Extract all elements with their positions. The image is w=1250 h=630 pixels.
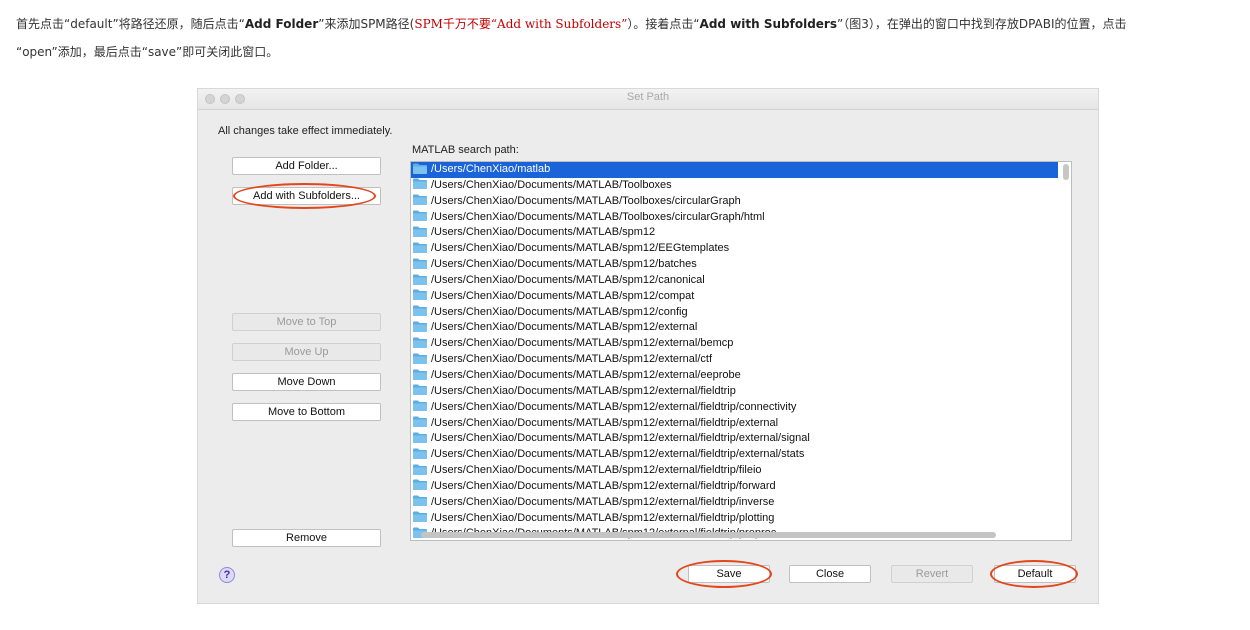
add-folder-button[interactable]: Add Folder...	[232, 157, 381, 175]
path-text: /Users/ChenXiao/Documents/MATLAB/spm12/e…	[431, 432, 810, 445]
path-row[interactable]: /Users/ChenXiao/Documents/MATLAB/spm12/e…	[411, 368, 1058, 384]
folder-icon	[413, 432, 431, 444]
path-text: /Users/ChenXiao/matlab	[431, 163, 551, 175]
intro-text-4: ”（图3），在弹出的窗口中找到存放DPABI的位置，点击	[837, 17, 1127, 31]
save-button[interactable]: Save	[688, 565, 770, 583]
path-text: /Users/ChenXiao/Documents/MATLAB/Toolbox…	[431, 210, 765, 223]
path-row[interactable]: /Users/ChenXiao/Documents/MATLAB/spm12/E…	[411, 241, 1058, 257]
path-text: /Users/ChenXiao/Documents/MATLAB/spm12/e…	[431, 416, 779, 429]
path-row[interactable]: /Users/ChenXiao/Documents/MATLAB/spm12/e…	[411, 511, 1058, 527]
move-to-top-button[interactable]: Move to Top	[232, 313, 381, 331]
folder-icon	[413, 448, 431, 460]
folder-icon	[413, 337, 431, 349]
intro-warning-text: SPM千万不要“Add with Subfolders”	[414, 17, 628, 31]
path-row[interactable]: /Users/ChenXiao/Documents/MATLAB/spm12/e…	[411, 336, 1058, 352]
folder-icon	[413, 321, 431, 333]
intro-text-2: ”来添加SPM路径(	[318, 17, 415, 31]
intro-bold-add-subfolders: Add with Subfolders	[699, 17, 837, 31]
folder-icon	[413, 289, 431, 302]
folder-icon	[413, 464, 431, 476]
path-text: /Users/ChenXiao/Documents/MATLAB/spm12/c…	[431, 305, 688, 318]
path-text: /Users/ChenXiao/Documents/MATLAB/spm12/e…	[431, 479, 776, 492]
folder-icon	[413, 258, 431, 270]
path-row[interactable]: /Users/ChenXiao/Documents/MATLAB/spm12	[411, 225, 1058, 241]
close-button[interactable]: Close	[789, 565, 871, 583]
path-row[interactable]: /Users/ChenXiao/Documents/MATLAB/spm12/e…	[411, 463, 1058, 479]
folder-icon	[413, 210, 431, 223]
path-text: /Users/ChenXiao/Documents/MATLAB/spm12/e…	[431, 384, 736, 397]
search-path-list[interactable]: /Users/ChenXiao/matlab/Users/ChenXiao/Do…	[410, 161, 1072, 541]
path-row[interactable]: /Users/ChenXiao/Documents/MATLAB/spm12/b…	[411, 257, 1058, 273]
path-row[interactable]: /Users/ChenXiao/Documents/MATLAB/spm12/e…	[411, 416, 1058, 432]
intro-text-3: ）。接着点击“	[627, 17, 700, 31]
horizontal-scrollbar[interactable]	[421, 532, 996, 538]
path-row[interactable]: /Users/ChenXiao/matlab	[411, 162, 1058, 178]
title-bar[interactable]: Set Path	[198, 89, 1098, 110]
path-row[interactable]: /Users/ChenXiao/Documents/MATLAB/spm12/e…	[411, 384, 1058, 400]
move-up-button[interactable]: Move Up	[232, 343, 381, 361]
path-row[interactable]: /Users/ChenXiao/Documents/MATLAB/spm12/e…	[411, 320, 1058, 336]
folder-icon	[413, 305, 431, 318]
folder-icon	[413, 400, 431, 413]
path-text: /Users/ChenXiao/Documents/MATLAB/spm12/e…	[431, 448, 805, 461]
revert-button[interactable]: Revert	[891, 565, 973, 583]
folder-icon	[413, 274, 431, 286]
folder-icon	[413, 495, 431, 508]
set-path-window: Set Path All changes take effect immedia…	[197, 88, 1099, 604]
intro-text-5: “open”添加，最后点击“save”即可关闭此窗口。	[16, 45, 279, 59]
path-text: /Users/ChenXiao/Documents/MATLAB/spm12/E…	[431, 242, 730, 255]
path-text: /Users/ChenXiao/Documents/MATLAB/spm12/e…	[431, 321, 698, 334]
help-icon[interactable]: ?	[219, 567, 235, 583]
folder-icon	[413, 242, 431, 254]
folder-icon	[413, 178, 431, 191]
path-text: /Users/ChenXiao/Documents/MATLAB/spm12	[431, 226, 656, 239]
intro-paragraph: 首先点击“default”将路径还原，随后点击“Add Folder”来添加SP…	[16, 10, 1236, 66]
folder-icon	[413, 353, 431, 365]
folder-icon	[413, 416, 431, 429]
path-text: /Users/ChenXiao/Documents/MATLAB/Toolbox…	[431, 194, 741, 207]
move-to-bottom-button[interactable]: Move to Bottom	[232, 403, 381, 421]
path-row[interactable]: /Users/ChenXiao/Documents/MATLAB/spm12/c…	[411, 305, 1058, 321]
path-row[interactable]: /Users/ChenXiao/Documents/MATLAB/Toolbox…	[411, 178, 1058, 194]
folder-icon	[413, 369, 431, 381]
path-row[interactable]: /Users/ChenXiao/Documents/MATLAB/spm12/e…	[411, 431, 1058, 447]
window-title: Set Path	[626, 91, 670, 103]
path-text: /Users/ChenXiao/Documents/MATLAB/spm12/e…	[431, 353, 713, 366]
path-row[interactable]: /Users/ChenXiao/Documents/MATLAB/spm12/e…	[411, 495, 1058, 511]
path-text: /Users/ChenXiao/Documents/MATLAB/spm12/c…	[431, 273, 705, 286]
path-text: /Users/ChenXiao/Documents/MATLAB/spm12/e…	[431, 511, 775, 524]
folder-icon	[413, 226, 431, 238]
folder-icon	[413, 163, 431, 175]
path-row[interactable]: /Users/ChenXiao/Documents/MATLAB/spm12/c…	[411, 289, 1058, 305]
path-text: /Users/ChenXiao/Documents/MATLAB/spm12/e…	[431, 337, 734, 350]
path-text: /Users/ChenXiao/Documents/MATLAB/spm12/e…	[431, 368, 741, 381]
notice-text: All changes take effect immediately.	[218, 125, 393, 137]
intro-bold-add-folder: Add Folder	[244, 17, 319, 31]
folder-icon	[413, 384, 431, 397]
path-row[interactable]: /Users/ChenXiao/Documents/MATLAB/Toolbox…	[411, 210, 1058, 226]
path-text: /Users/ChenXiao/Documents/MATLAB/spm12/e…	[431, 400, 797, 413]
default-button[interactable]: Default	[994, 565, 1076, 583]
path-text: /Users/ChenXiao/Documents/MATLAB/spm12/e…	[431, 464, 762, 477]
path-row[interactable]: /Users/ChenXiao/Documents/MATLAB/spm12/c…	[411, 273, 1058, 289]
folder-icon	[413, 511, 431, 524]
path-row[interactable]: /Users/ChenXiao/Documents/MATLAB/Toolbox…	[411, 194, 1058, 210]
path-text: /Users/ChenXiao/Documents/MATLAB/spm12/e…	[431, 495, 775, 508]
move-down-button[interactable]: Move Down	[232, 373, 381, 391]
remove-button[interactable]: Remove	[232, 529, 381, 547]
path-text: /Users/ChenXiao/Documents/MATLAB/spm12/c…	[431, 289, 695, 302]
path-row[interactable]: /Users/ChenXiao/Documents/MATLAB/spm12/e…	[411, 447, 1058, 463]
path-row[interactable]: /Users/ChenXiao/Documents/MATLAB/spm12/e…	[411, 352, 1058, 368]
path-row[interactable]: /Users/ChenXiao/Documents/MATLAB/spm12/e…	[411, 479, 1058, 495]
intro-text-1: 首先点击“default”将路径还原，随后点击“	[16, 17, 245, 31]
path-text: /Users/ChenXiao/Documents/MATLAB/Toolbox…	[431, 178, 672, 191]
path-row[interactable]: /Users/ChenXiao/Documents/MATLAB/spm12/e…	[411, 400, 1058, 416]
search-path-label: MATLAB search path:	[412, 144, 519, 156]
folder-icon	[413, 194, 431, 207]
add-with-subfolders-button[interactable]: Add with Subfolders...	[232, 187, 381, 205]
folder-icon	[413, 479, 431, 492]
vertical-scrollbar[interactable]	[1063, 164, 1069, 180]
path-text: /Users/ChenXiao/Documents/MATLAB/spm12/b…	[431, 258, 697, 271]
